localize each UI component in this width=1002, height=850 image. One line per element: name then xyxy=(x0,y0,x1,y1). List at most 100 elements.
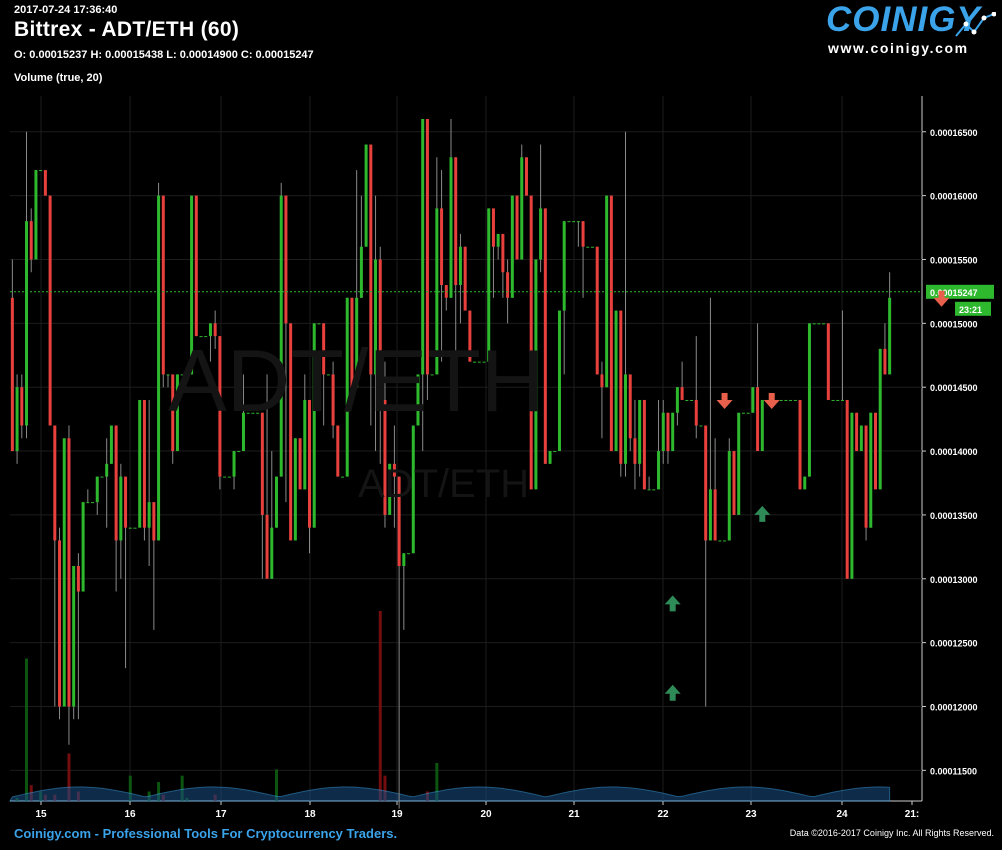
candle-body xyxy=(685,399,689,401)
candle-body xyxy=(553,451,557,453)
candle-body xyxy=(20,387,24,426)
candle-body xyxy=(53,425,57,541)
candle-body xyxy=(845,399,849,579)
candle-body xyxy=(581,221,585,247)
candle-body xyxy=(638,399,642,464)
candle-body xyxy=(274,476,278,528)
candle-body xyxy=(642,399,646,490)
candle-body xyxy=(609,195,613,452)
candle-body xyxy=(883,348,887,375)
candle-body xyxy=(756,387,760,452)
candle-body xyxy=(666,412,670,452)
candle-body xyxy=(803,476,807,490)
candle-body xyxy=(727,451,731,541)
candle-body xyxy=(831,399,835,401)
candle-body xyxy=(822,323,826,325)
candle-body xyxy=(29,221,33,260)
volume-bar xyxy=(378,611,382,801)
candle-body xyxy=(48,195,52,426)
watermark-big: ADT/ETH xyxy=(168,331,545,430)
candle-body xyxy=(713,489,717,541)
candle-body xyxy=(619,310,623,464)
x-tick-label: 20 xyxy=(480,809,492,820)
candle-body xyxy=(661,412,665,452)
coinigy-logo[interactable]: COINIGY www.coinigy.com xyxy=(826,0,996,58)
candle-body xyxy=(25,221,29,426)
candle-body xyxy=(161,195,165,375)
candle-body xyxy=(878,348,882,490)
candle-body xyxy=(128,527,132,529)
candle-body xyxy=(520,157,524,260)
candle-body xyxy=(586,246,590,248)
candle-body xyxy=(364,144,368,247)
candle-body xyxy=(100,476,104,478)
candle-body xyxy=(741,412,745,414)
candle-body xyxy=(562,221,566,311)
y-tick-label: 0.00016000 xyxy=(930,192,978,202)
footer-copyright: Data ©2016-2017 Coinigy Inc. All Rights … xyxy=(789,828,994,838)
candle-body xyxy=(751,387,755,413)
candle-body xyxy=(501,233,505,273)
candle-body xyxy=(147,502,151,528)
buy-arrow-icon xyxy=(664,684,681,701)
candle-body xyxy=(133,527,137,529)
y-tick-label: 0.00014500 xyxy=(930,383,978,393)
candle-body xyxy=(859,425,863,452)
candle-body xyxy=(458,246,462,286)
candle-body xyxy=(807,323,811,477)
candle-body xyxy=(95,476,99,503)
candle-body xyxy=(265,514,269,579)
y-tick-label: 0.00015500 xyxy=(930,255,978,265)
candle-body xyxy=(440,208,444,286)
candle-body xyxy=(62,438,66,707)
candle-body xyxy=(109,425,113,464)
candle-body xyxy=(463,246,467,311)
candle-body xyxy=(524,157,528,196)
candle-body xyxy=(359,246,363,298)
candle-body xyxy=(407,553,411,555)
candle-body xyxy=(491,208,495,247)
volume-bar xyxy=(25,658,29,801)
x-tick-label: 21 xyxy=(568,809,580,820)
candle-body xyxy=(657,451,661,490)
x-tick-label: 15 xyxy=(35,809,47,820)
logo-url: www.coinigy.com xyxy=(828,40,969,56)
candle-body xyxy=(15,387,19,452)
candle-body xyxy=(595,246,599,375)
footer-tagline[interactable]: Coinigy.com - Professional Tools For Cry… xyxy=(14,826,397,841)
candle-body xyxy=(793,399,797,401)
candle-body xyxy=(293,438,297,541)
candle-body xyxy=(454,157,458,286)
candle-body xyxy=(633,438,637,464)
candle-body xyxy=(817,323,821,325)
candle-body xyxy=(680,387,684,400)
y-tick-label: 0.00012500 xyxy=(930,639,978,649)
candle-body xyxy=(576,221,580,223)
candle-body xyxy=(671,412,675,452)
candle-body xyxy=(341,476,345,478)
y-tick-label: 0.00013500 xyxy=(930,511,978,521)
candle-body xyxy=(652,489,656,491)
candle-body xyxy=(284,195,288,324)
candle-body xyxy=(798,399,802,490)
volume-ma-area xyxy=(9,786,891,802)
candle-body xyxy=(515,195,519,260)
y-tick-label: 0.00016500 xyxy=(930,128,978,138)
candle-body xyxy=(567,221,571,223)
volume-indicator-label[interactable]: Volume (true, 20) xyxy=(14,72,102,84)
candle-body xyxy=(864,425,868,528)
candle-body xyxy=(114,425,118,541)
candle-body xyxy=(510,195,514,298)
y-tick-label: 0.00015000 xyxy=(930,319,978,329)
candle-body xyxy=(237,451,241,453)
candle-body xyxy=(855,412,859,452)
x-tick-label: 19 xyxy=(391,809,403,820)
candle-body xyxy=(67,438,71,707)
buy-arrow-icon xyxy=(754,505,771,522)
timestamp: 2017-07-24 17:36:40 xyxy=(14,4,118,16)
candle-body xyxy=(737,412,741,515)
sell-arrow-icon xyxy=(763,392,780,409)
candle-body xyxy=(43,170,47,196)
candle-body xyxy=(746,412,750,414)
candle-body xyxy=(34,170,38,260)
